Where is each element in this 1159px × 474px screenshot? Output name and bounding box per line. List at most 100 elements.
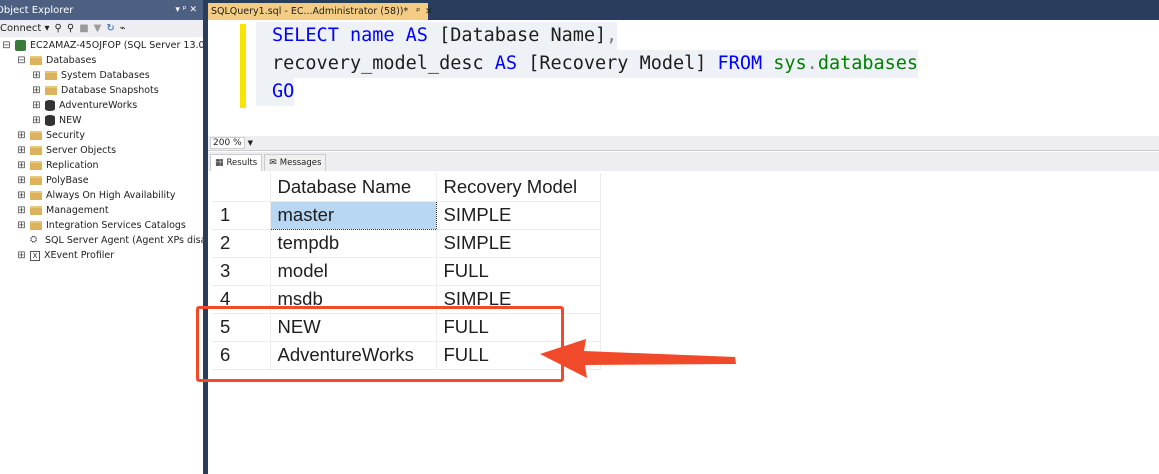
tree-node[interactable]: ⊞ Always On High Availability: [0, 188, 203, 203]
expand-icon[interactable]: ⊞: [17, 146, 26, 156]
tab-messages[interactable]: ✉ Messages: [264, 154, 327, 171]
folder-icon: [30, 176, 42, 185]
tree-node[interactable]: ⊞ Server Objects: [0, 143, 203, 158]
code-line[interactable]: GO: [256, 78, 295, 106]
tree-node[interactable]: ⊞ Replication: [0, 158, 203, 173]
connect-button[interactable]: Connect ▾: [0, 23, 50, 34]
tab-messages-label: Messages: [279, 158, 322, 168]
code-line[interactable]: recovery_model_desc AS [Recovery Model] …: [256, 50, 919, 78]
folder-icon: [30, 191, 42, 200]
server-icon: [15, 40, 26, 51]
tree-node[interactable]: ⊞ NEW: [0, 113, 203, 128]
tree-node-label: PolyBase: [46, 175, 89, 186]
filter-icon[interactable]: ▼: [94, 23, 102, 34]
column-header-database-name[interactable]: Database Name: [270, 173, 437, 202]
activity-icon[interactable]: ⌁: [120, 23, 126, 34]
folder-icon: [30, 131, 42, 140]
object-explorer-titlebar: Object Explorer ▾ ᵖ ✕: [0, 0, 203, 20]
recovery-model-cell[interactable]: SIMPLE: [436, 201, 601, 230]
tree-node-label: Always On High Availability: [46, 190, 176, 201]
tree-node-label: EC2AMAZ-45OJFOP (SQL Server 13.0.5: [30, 40, 203, 51]
tree-node[interactable]: ⛭ SQL Server Agent (Agent XPs disabl: [0, 233, 203, 248]
tree-node[interactable]: ⊞ X XEvent Profiler: [0, 248, 203, 263]
expand-icon[interactable]: ⊞: [17, 251, 26, 261]
tree-node-label: Databases: [46, 55, 97, 66]
row-number-header: [212, 173, 271, 202]
database-name-cell[interactable]: model: [270, 257, 437, 286]
tree-node[interactable]: ⊞ PolyBase: [0, 173, 203, 188]
object-explorer-title: Object Explorer: [0, 4, 74, 16]
tree-node-label: SQL Server Agent (Agent XPs disabl: [45, 235, 203, 246]
code-line[interactable]: SELECT name AS [Database Name],: [256, 22, 618, 50]
code-token: [Recovery Model]: [528, 53, 718, 74]
messages-icon: ✉: [269, 158, 277, 168]
folder-icon: [45, 71, 57, 80]
table-row[interactable]: 1 master SIMPLE: [212, 200, 601, 230]
tree-node-label: AdventureWorks: [59, 100, 138, 111]
table-row[interactable]: 2 tempdb SIMPLE: [212, 229, 601, 258]
table-row[interactable]: 3 model FULL: [212, 257, 601, 286]
chevron-down-icon[interactable]: ▼: [248, 139, 253, 147]
folder-icon: [45, 86, 57, 95]
code-token: .: [806, 53, 818, 74]
object-explorer-toolbar: Connect ▾ ⚲ ⚲ ■ ▼ ↻ ⌁: [0, 20, 203, 37]
tree-node[interactable]: ⊞ Security: [0, 128, 203, 143]
folder-icon: [30, 161, 42, 170]
panel-controls[interactable]: ▾ ᵖ ✕: [175, 5, 197, 15]
tree-node-label: Server Objects: [46, 145, 117, 156]
code-line-wrap: SELECT name AS [Database Name],: [256, 22, 918, 50]
expand-icon[interactable]: ⊞: [32, 101, 41, 111]
zoom-select[interactable]: 200 %: [210, 137, 245, 149]
database-name-cell[interactable]: tempdb: [270, 229, 437, 258]
collapse-icon[interactable]: ⊟: [2, 41, 11, 51]
expand-icon[interactable]: ⊞: [17, 221, 26, 231]
close-icon[interactable]: ✕: [425, 7, 433, 17]
folder-icon: [30, 221, 42, 230]
tree-node-label: Management: [46, 205, 109, 216]
recovery-model-cell[interactable]: FULL: [436, 257, 601, 286]
tree-node[interactable]: ⊟ Databases: [0, 53, 203, 68]
database-name-cell[interactable]: master: [269, 200, 437, 230]
row-number-cell[interactable]: 2: [212, 229, 271, 258]
tree-node[interactable]: ⊞ Integration Services Catalogs: [0, 218, 203, 233]
expand-icon[interactable]: ⊞: [17, 191, 26, 201]
collapse-icon[interactable]: ⊟: [17, 56, 26, 66]
folder-icon: [30, 56, 42, 65]
tab-results-label: Results: [226, 158, 258, 168]
expand-icon[interactable]: ⊞: [17, 176, 26, 186]
tab-results[interactable]: ▦ Results: [210, 154, 263, 171]
expand-icon[interactable]: ⊞: [17, 161, 26, 171]
folder-icon: [30, 206, 42, 215]
database-icon: [45, 100, 55, 111]
change-indicator-bar: [240, 24, 246, 108]
expand-icon[interactable]: ⊞: [32, 116, 41, 126]
tree-node[interactable]: ⊞ AdventureWorks: [0, 98, 203, 113]
tree-node-label: System Databases: [61, 70, 150, 81]
tree-node[interactable]: ⊟ EC2AMAZ-45OJFOP (SQL Server 13.0.5: [0, 38, 203, 53]
expand-icon[interactable]: ⊞: [17, 206, 26, 216]
code-token: AS: [494, 53, 529, 74]
tree-node-label: Security: [46, 130, 86, 141]
column-header-recovery-model[interactable]: Recovery Model: [436, 173, 601, 202]
connect-icon[interactable]: ⚲: [55, 23, 62, 34]
refresh-icon[interactable]: ↻: [106, 23, 114, 34]
tree-node[interactable]: ⊞ Database Snapshots: [0, 83, 203, 98]
expand-icon[interactable]: ⊞: [32, 86, 41, 96]
tree-node[interactable]: ⊞ Management: [0, 203, 203, 218]
database-icon: [45, 115, 55, 126]
query-editor[interactable]: − SELECT name AS [Database Name],recover…: [208, 20, 1159, 136]
row-number-cell[interactable]: 1: [212, 201, 271, 230]
tree-node[interactable]: ⊞ System Databases: [0, 68, 203, 83]
code-token: recovery_model_desc: [272, 53, 495, 74]
result-tabs: ▦ Results ✉ Messages: [208, 152, 1159, 171]
expand-icon[interactable]: ⊞: [32, 71, 41, 81]
disconnect-icon[interactable]: ⚲: [67, 23, 74, 34]
recovery-model-cell[interactable]: SIMPLE: [436, 229, 601, 258]
tab-sqlquery1[interactable]: SQLQuery1.sql - EC...Administrator (58))…: [208, 3, 433, 20]
expand-icon[interactable]: ⊞: [17, 131, 26, 141]
pin-icon[interactable]: ᵖ: [416, 7, 420, 17]
stop-icon[interactable]: ■: [79, 23, 88, 34]
folder-icon: [30, 146, 42, 155]
row-number-cell[interactable]: 3: [212, 257, 271, 286]
sql-code[interactable]: − SELECT name AS [Database Name],recover…: [256, 22, 919, 106]
